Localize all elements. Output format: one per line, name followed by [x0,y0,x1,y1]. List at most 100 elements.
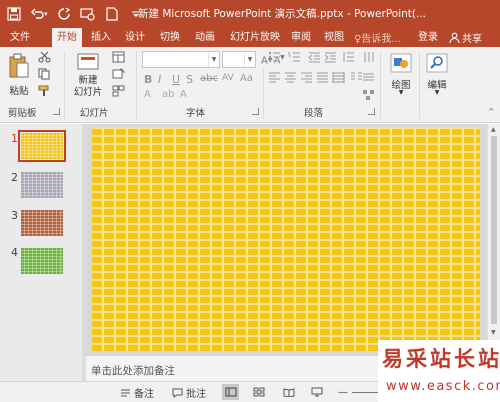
scroll-up-icon[interactable]: ▲ [491,126,496,133]
slide-thumbnail-pane: 1 2 3 4 [0,124,82,381]
reading-view-button[interactable] [280,384,297,400]
login-button[interactable]: 登录 [418,28,438,47]
editing-button[interactable]: 编辑 ▼ [422,51,452,101]
quick-access-toolbar: ▾ [0,0,148,28]
scroll-down-icon[interactable]: ▼ [491,329,496,336]
watermark-url: www.easck.com [386,379,500,394]
line-spacing-icon[interactable] [342,51,355,63]
underline-icon[interactable]: U [172,73,185,86]
tell-me-box[interactable]: ♀告诉我... [354,28,401,47]
smartart-icon[interactable] [362,89,375,101]
tab-slideshow[interactable]: 幻灯片放映 [226,28,284,47]
bold-icon[interactable]: B [144,73,157,86]
find-icon [426,53,448,73]
slides-group-label: 幻灯片 [80,108,109,119]
new-slide-icon [77,53,99,70]
align-left-icon[interactable] [268,71,281,83]
cut-icon[interactable] [38,51,51,63]
slide-thumbnail-3[interactable] [21,210,63,236]
strikethrough-icon[interactable]: abc [200,73,218,85]
font-color-icon[interactable]: A [144,89,157,101]
normal-view-button[interactable] [222,384,239,400]
copy-icon[interactable] [38,68,51,80]
scrollbar-thumb[interactable] [491,136,497,324]
tab-insert[interactable]: 插入 [86,28,116,47]
text-direction-icon[interactable] [362,51,375,63]
window-title: 新建 Microsoft PowerPoint 演示文稿.pptx - Powe… [138,8,427,20]
italic-icon[interactable]: I [158,73,171,86]
paragraph-group-label: 段落 [304,108,324,119]
tab-transitions[interactable]: 切换 [155,28,185,47]
slideshow-icon [311,387,322,397]
person-icon [449,32,460,43]
notes-icon [121,389,130,396]
ribbon: 粘贴 剪贴板 新建 幻灯片 幻灯片 ▼ ▼ A▲ A▼ B I U S abc … [0,47,500,123]
vertical-scrollbar[interactable]: ▲ ▼ ▲ ▼ [487,124,500,355]
drawing-button[interactable]: 绘图 ▼ [386,51,416,101]
group-separator [419,51,420,119]
group-separator [64,51,65,119]
slide-thumbnail-2[interactable] [21,172,63,198]
tab-review[interactable]: 审阅 [286,28,316,47]
distributed-icon[interactable] [332,71,345,83]
align-right-icon[interactable] [300,71,313,83]
clipboard-group-label: 剪贴板 [8,108,37,119]
new-file-icon[interactable] [100,2,124,26]
tab-view[interactable]: 视图 [319,28,349,47]
slide-thumbnail-1[interactable] [18,130,66,162]
slide-sorter-icon [253,387,264,397]
normal-view-icon [225,387,236,397]
undo-dropdown-icon[interactable]: ▾ [44,10,52,18]
highlight-icon[interactable]: ab [162,89,175,101]
slide-editor [86,124,487,355]
reset-slide-icon[interactable] [112,68,125,80]
align-center-icon[interactable] [284,71,297,83]
tab-file[interactable]: 文件 [4,28,36,47]
section-icon[interactable] [112,85,125,97]
reading-view-icon [283,388,294,397]
share-label: 共享 [462,34,482,45]
justify-icon[interactable] [316,71,329,83]
layout-icon[interactable] [112,51,125,63]
slideshow-from-start-icon[interactable] [76,2,100,26]
tab-home[interactable]: 开始 [52,28,82,47]
clear-format-icon[interactable]: A [180,89,193,101]
notes-toggle-button[interactable]: 备注 [120,385,154,400]
paste-button[interactable]: 粘贴 [8,51,30,97]
collapse-ribbon-icon[interactable]: ^ [488,107,495,116]
watermark-logo: 易采站长站 www.easck.com [378,340,500,402]
slide-number: 1 [11,132,18,145]
slide-thumbnail-4[interactable] [21,248,63,274]
decrease-indent-icon[interactable] [308,51,321,63]
new-slide-button[interactable]: 新建 幻灯片 [70,51,106,101]
font-size-combo[interactable]: ▼ [222,51,256,68]
numbering-icon[interactable] [288,51,301,63]
chevron-down-icon: ▼ [398,89,404,96]
font-group-label: 字体 [186,108,206,119]
slide-sorter-button[interactable] [250,384,267,400]
align-text-icon[interactable] [362,71,375,83]
notes-placeholder: 单击此处添加备注 [91,365,175,377]
zoom-out-button[interactable]: — [338,385,348,400]
tab-design[interactable]: 设计 [120,28,150,47]
shadow-icon[interactable]: S [186,73,199,86]
clipboard-launcher-icon[interactable] [53,108,60,115]
comments-button[interactable]: 批注 [172,385,206,400]
change-case-icon[interactable]: Aa [240,73,253,85]
current-slide[interactable] [92,127,480,351]
notes-toggle-label: 备注 [134,389,154,400]
format-painter-icon[interactable] [38,85,51,97]
increase-indent-icon[interactable] [324,51,337,63]
bullets-icon[interactable] [268,51,281,63]
tell-me-text: ♀告诉我... [354,34,401,45]
font-name-combo[interactable]: ▼ [142,51,220,68]
char-spacing-icon[interactable]: AV [222,73,235,85]
font-launcher-icon[interactable] [252,108,259,115]
redo-icon[interactable] [52,2,76,26]
tab-animations[interactable]: 动画 [190,28,220,47]
paragraph-launcher-icon[interactable] [368,108,375,115]
slideshow-button[interactable] [308,384,325,400]
share-button[interactable]: 共享 [449,28,482,47]
save-icon[interactable] [2,2,26,26]
chevron-down-icon: ▼ [434,89,440,96]
